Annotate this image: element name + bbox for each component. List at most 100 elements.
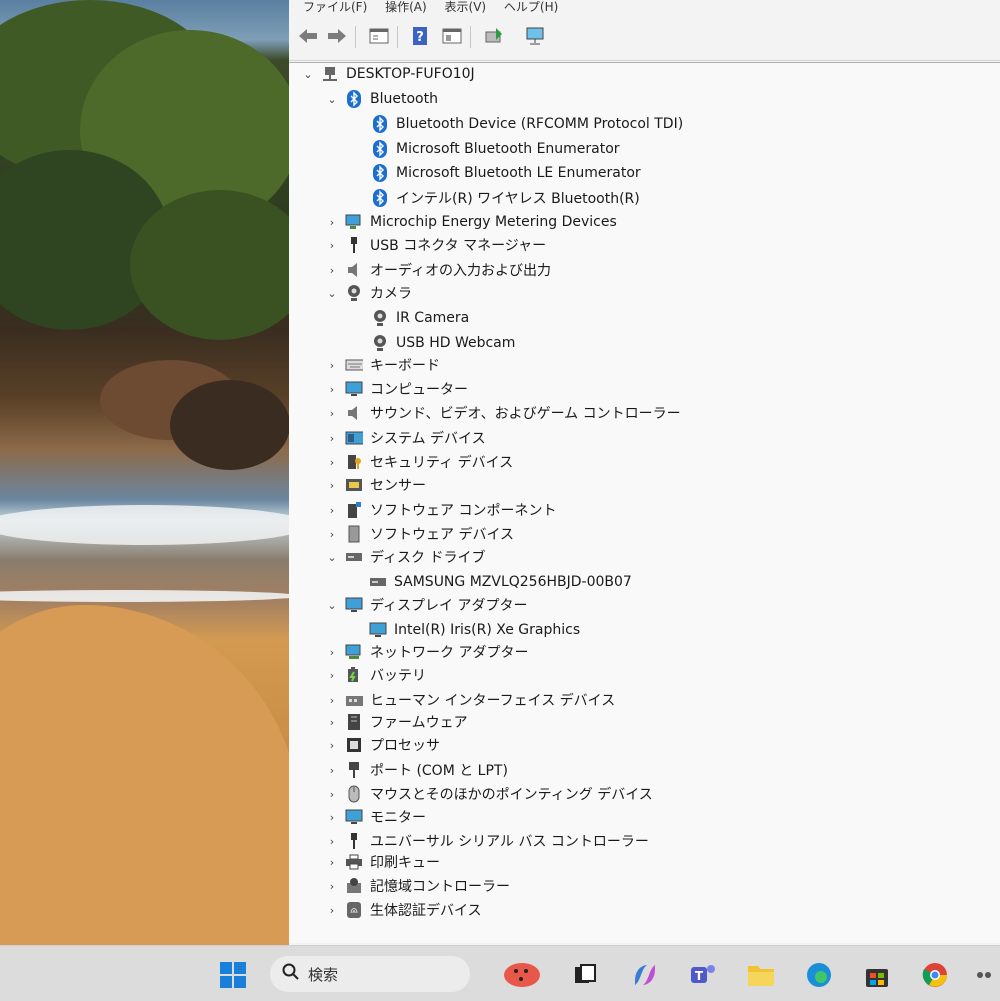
forward-icon[interactable] [326,25,348,47]
category-monitor[interactable]: › モニター [325,806,426,828]
chevron-right-icon[interactable]: › [325,504,339,517]
scan-hardware-icon[interactable] [525,25,547,47]
start-button[interactable] [218,960,248,990]
category-sound[interactable]: › サウンド、ビデオ、およびゲーム コントローラー [325,402,681,424]
category-processor[interactable]: › プロセッサ [325,734,440,756]
category-print-queue[interactable]: › 印刷キュー [325,851,440,873]
category-computer[interactable]: › コンピューター [325,378,468,400]
device-item[interactable]: SAMSUNG MZVLQ256HBJD-00B07 [369,571,632,593]
usb-connector-icon [345,236,363,254]
file-explorer-icon[interactable] [746,960,776,990]
chevron-right-icon[interactable]: › [325,264,339,277]
chevron-down-icon[interactable]: ⌄ [325,287,339,300]
chevron-right-icon[interactable]: › [325,856,339,869]
chrome-icon[interactable] [920,960,950,990]
menu-view[interactable]: 表示(V) [445,0,487,14]
device-item[interactable]: Intel(R) Iris(R) Xe Graphics [369,619,580,641]
chevron-right-icon[interactable]: › [325,479,339,492]
chevron-right-icon[interactable]: › [325,216,339,229]
category-bluetooth[interactable]: ⌄ Bluetooth [325,88,438,110]
chevron-right-icon[interactable]: › [325,239,339,252]
chevron-right-icon[interactable]: › [325,383,339,396]
category-security[interactable]: › セキュリティ デバイス [325,451,513,473]
properties-icon[interactable] [368,25,390,47]
chevron-right-icon[interactable]: › [325,528,339,541]
category-label: ポート (COM と LPT) [370,763,508,779]
chevron-right-icon[interactable]: › [325,835,339,848]
category-sensor[interactable]: › センサー [325,474,426,496]
category-usb-connector[interactable]: › USB コネクタ マネージャー [325,234,546,256]
copilot-icon[interactable] [630,960,660,990]
taskbar-search[interactable]: 検索 [270,956,470,992]
chevron-down-icon[interactable]: ⌄ [325,93,339,106]
chevron-right-icon[interactable]: › [325,904,339,917]
device-item[interactable]: USB HD Webcam [371,332,515,354]
category-mouse[interactable]: › マウスとそのほかのポインティング デバイス [325,783,653,805]
chevron-right-icon[interactable]: › [325,716,339,729]
device-tree[interactable]: ⌄ DESKTOP-FUFO10J ⌄ Bluetooth Bluetooth … [289,62,1000,943]
category-label: USB コネクタ マネージャー [370,238,547,254]
chevron-right-icon[interactable]: › [325,694,339,707]
chevron-right-icon[interactable]: › [325,432,339,445]
category-label: ディスプレイ アダプター [370,598,528,614]
category-hid[interactable]: › ヒューマン インターフェイス デバイス [325,689,615,711]
category-disk[interactable]: ⌄ ディスク ドライブ [325,546,485,568]
category-system[interactable]: › システム デバイス [325,427,486,449]
svg-text:T: T [695,969,704,983]
category-label: オーディオの入力および出力 [370,263,552,279]
store-icon[interactable] [862,960,892,990]
category-audio-io[interactable]: › オーディオの入力および出力 [325,259,551,281]
category-microchip[interactable]: › Microchip Energy Metering Devices [325,211,617,233]
update-driver-icon[interactable] [483,25,505,47]
software-device-icon [345,525,363,543]
category-port[interactable]: › ポート (COM と LPT) [325,759,508,781]
chevron-right-icon[interactable]: › [325,739,339,752]
category-storage[interactable]: › 記憶域コントローラー [325,875,510,897]
device-item[interactable]: インテル(R) ワイヤレス Bluetooth(R) [371,187,640,209]
chevron-down-icon[interactable]: ⌄ [325,599,339,612]
chevron-right-icon[interactable]: › [325,669,339,682]
tree-root[interactable]: ⌄ DESKTOP-FUFO10J [301,63,474,85]
overflow-icon[interactable] [972,960,996,990]
chevron-down-icon[interactable]: ⌄ [325,551,339,564]
chevron-down-icon[interactable]: ⌄ [301,68,315,81]
category-label: カメラ [370,286,412,302]
chevron-right-icon[interactable]: › [325,407,339,420]
chevron-right-icon[interactable]: › [325,764,339,777]
category-sw-device[interactable]: › ソフトウェア デバイス [325,523,514,545]
bluetooth-icon [345,90,363,108]
chevron-right-icon[interactable]: › [325,880,339,893]
device-item[interactable]: Microsoft Bluetooth Enumerator [371,138,620,160]
teams-icon[interactable]: T [688,960,718,990]
view-icon[interactable] [441,25,463,47]
category-camera[interactable]: ⌄ カメラ [325,282,412,304]
category-firmware[interactable]: › ファームウェア [325,711,468,733]
key-icon [345,453,363,471]
chevron-right-icon[interactable]: › [325,359,339,372]
back-icon[interactable] [297,25,319,47]
device-label: Bluetooth Device (RFCOMM Protocol TDI) [396,116,684,132]
chevron-right-icon[interactable]: › [325,788,339,801]
category-biometric[interactable]: › 生体認証デバイス [325,899,482,921]
category-usb-controller[interactable]: › ユニバーサル シリアル バス コントローラー [325,830,649,852]
task-view-icon[interactable] [570,960,600,990]
menu-file[interactable]: ファイル(F) [303,0,367,14]
menu-action[interactable]: 操作(A) [385,0,427,14]
device-item[interactable]: Microsoft Bluetooth LE Enumerator [371,162,641,184]
chevron-right-icon[interactable]: › [325,811,339,824]
chevron-right-icon[interactable]: › [325,646,339,659]
category-keyboard[interactable]: › キーボード [325,354,440,376]
search-highlight-icon[interactable] [488,960,544,990]
edge-browser-icon[interactable] [804,960,834,990]
device-item[interactable]: Bluetooth Device (RFCOMM Protocol TDI) [371,113,683,135]
device-item[interactable]: IR Camera [371,307,469,329]
category-label: キーボード [370,358,440,374]
category-label: ネットワーク アダプター [370,645,529,661]
category-battery[interactable]: › バッテリ [325,664,426,686]
category-display[interactable]: ⌄ ディスプレイ アダプター [325,594,527,616]
menu-help[interactable]: ヘルプ(H) [504,0,558,14]
category-sw-component[interactable]: › ソフトウェア コンポーネント [325,499,556,521]
help-icon[interactable]: ? [409,25,431,47]
category-network[interactable]: › ネットワーク アダプター [325,641,528,663]
chevron-right-icon[interactable]: › [325,456,339,469]
